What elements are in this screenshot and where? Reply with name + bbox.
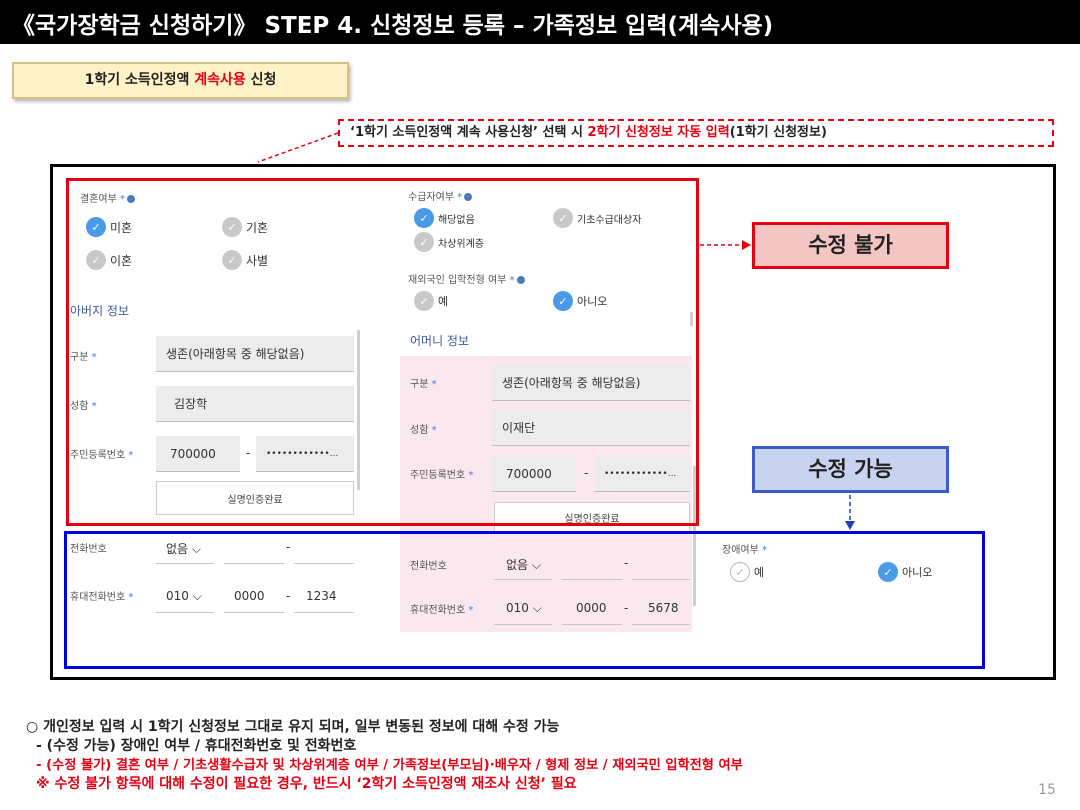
- callout-text-2: (1학기 신청정보): [729, 125, 827, 140]
- page-number: 15: [1038, 782, 1056, 798]
- tag-highlight: 계속사용: [194, 72, 246, 88]
- callout-highlight: 2학기 신청정보 자동 입력: [587, 125, 730, 140]
- note-line-2: - (수정 가능) 장애인 여부 / 휴대전화번호 및 전화번호: [36, 738, 357, 754]
- tag-prefix: 1학기 소득인정액: [84, 72, 195, 88]
- title-bar: 《국가장학금 신청하기》 STEP 4. 신청정보 등록 – 가족정보 입력(계…: [0, 0, 1080, 44]
- note-line-4: ※ 수정 불가 항목에 대해 수정이 필요한 경우, 반드시 ‘2학기 소득인정…: [36, 776, 577, 792]
- editable-area-highlight: [64, 531, 985, 669]
- non-editable-area-highlight: [66, 178, 699, 526]
- notes-block: ○ 개인정보 입력 시 1학기 신청정보 그대로 유지 되며, 일부 변동된 정…: [26, 718, 743, 794]
- note-line-1: ○ 개인정보 입력 시 1학기 신청정보 그대로 유지 되며, 일부 변동된 정…: [26, 719, 560, 735]
- editable-badge: 수정 가능: [752, 446, 949, 493]
- note-line-3: - (수정 불가) 결혼 여부 / 기초생활수급자 및 차상위계층 여부 / 가…: [36, 758, 743, 773]
- callout-text-1: ‘1학기 소득인정액 계속 사용신청’ 선택 시: [350, 125, 588, 140]
- page-title: 《국가장학금 신청하기》 STEP 4. 신청정보 등록 – 가족정보 입력(계…: [12, 13, 774, 39]
- option-tag: 1학기 소득인정액 계속사용 신청: [12, 62, 349, 99]
- tag-suffix: 신청: [245, 72, 277, 88]
- auto-fill-callout: ‘1학기 소득인정액 계속 사용신청’ 선택 시 2학기 신청정보 자동 입력(…: [338, 119, 1054, 147]
- not-editable-badge: 수정 불가: [752, 222, 949, 269]
